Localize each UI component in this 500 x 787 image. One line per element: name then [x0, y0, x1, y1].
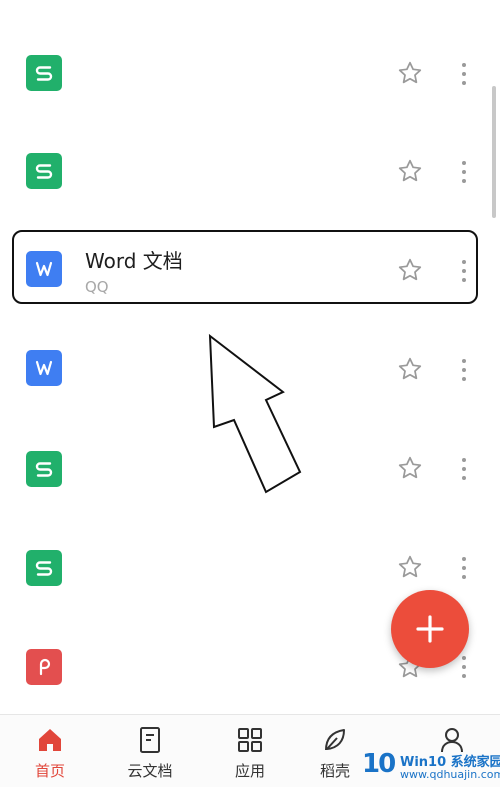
file-row[interactable] [0, 319, 500, 417]
cloud-doc-icon [140, 727, 160, 753]
file-row[interactable] [0, 418, 500, 516]
spreadsheet-s-icon [26, 153, 62, 189]
star-icon[interactable] [397, 356, 423, 382]
leaf-icon [325, 729, 345, 751]
file-row[interactable] [0, 122, 500, 220]
star-icon[interactable] [397, 455, 423, 481]
tab-apps[interactable]: 应用 [210, 715, 290, 787]
star-icon[interactable] [397, 60, 423, 86]
document-w-icon [26, 350, 62, 386]
more-options-icon[interactable] [458, 557, 470, 579]
more-options-icon[interactable] [458, 359, 470, 381]
tab-home-label: 首页 [34, 762, 65, 780]
tab-apps-label: 应用 [234, 762, 265, 780]
presentation-p-icon [26, 649, 62, 685]
more-options-icon[interactable] [458, 458, 470, 480]
more-options-icon[interactable] [458, 656, 470, 678]
tab-home[interactable]: 首页 [10, 715, 90, 787]
more-options-icon[interactable] [458, 63, 470, 85]
add-new-button[interactable] [391, 590, 469, 668]
plus-icon [416, 615, 444, 643]
star-icon[interactable] [397, 554, 423, 580]
watermark-url: www.qdhuajin.com [400, 768, 500, 781]
more-options-icon[interactable] [458, 161, 470, 183]
selected-file-highlight [12, 230, 478, 304]
spreadsheet-s-icon [26, 55, 62, 91]
scrollbar[interactable] [492, 86, 496, 218]
star-icon[interactable] [397, 158, 423, 184]
tab-cloud-docs[interactable]: 云文档 [110, 715, 190, 787]
apps-grid-icon [238, 728, 262, 752]
tab-cloud-docs-label: 云文档 [127, 762, 173, 780]
spreadsheet-s-icon [26, 451, 62, 487]
site-watermark: 10 Win10 系统家园 www.qdhuajin.com [362, 746, 500, 784]
home-icon [39, 729, 61, 751]
file-row[interactable] [0, 24, 500, 122]
spreadsheet-s-icon [26, 550, 62, 586]
watermark-logo: 10 [362, 749, 396, 779]
